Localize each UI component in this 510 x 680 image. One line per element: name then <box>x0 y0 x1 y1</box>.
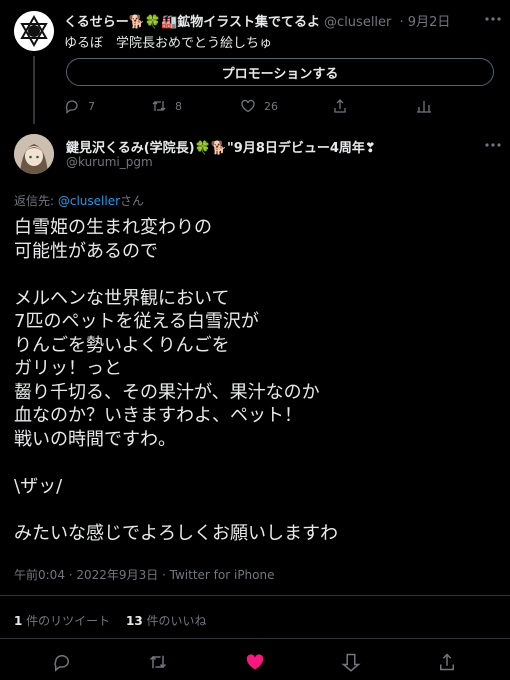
username[interactable]: @kurumi_pgm <box>66 155 153 169</box>
reply-icon <box>54 655 69 672</box>
more-icon[interactable] <box>484 10 502 32</box>
bookmark-button[interactable] <box>341 652 361 672</box>
reply-user-link[interactable]: @cluseller <box>58 194 120 208</box>
divider <box>0 638 510 639</box>
retweet-icon <box>152 101 166 111</box>
avatar[interactable] <box>14 134 54 174</box>
retweet-count: 8 <box>175 99 182 113</box>
bookmark-icon <box>341 653 361 672</box>
like-button[interactable]: 26 <box>240 98 278 114</box>
tweet-actions <box>0 652 510 672</box>
tweet-date[interactable]: · 9月2日 <box>400 15 451 30</box>
likes-stat[interactable]: 13 件のいいね <box>126 614 207 628</box>
retweets-stat[interactable]: 1 件のリツイート <box>14 614 110 628</box>
thread-line <box>33 56 35 124</box>
tweet-header: くるせらー🐕🍀🏭鉱物イラスト集でてるよ @cluseller · 9月2日 <box>64 11 450 30</box>
reply-button[interactable]: 7 <box>64 98 95 114</box>
like-icon <box>241 99 255 113</box>
retweet-icon <box>149 655 167 669</box>
reply-prefix: 返信先: <box>14 194 58 208</box>
reply-context: 返信先: @clusellerさん <box>14 192 144 209</box>
like-button[interactable] <box>245 652 265 672</box>
like-count: 26 <box>264 99 278 113</box>
reply-icon <box>65 100 78 114</box>
divider <box>0 595 510 596</box>
tweet-text: ゆるぼ 学院長おめでとう絵しちゅ <box>64 36 273 51</box>
analytics-button[interactable] <box>416 98 432 114</box>
promote-button[interactable]: プロモーションする <box>66 58 494 86</box>
retweet-button[interactable]: 8 <box>151 98 182 114</box>
reply-suffix: さん <box>120 194 145 208</box>
tweet-timestamp[interactable]: 午前0:04 · 2022年9月3日 · Twitter for iPhone <box>14 566 275 583</box>
share-button[interactable] <box>437 652 457 672</box>
tweet-actions: 7 8 26 <box>64 98 504 116</box>
share-icon <box>334 99 346 113</box>
avatar-image <box>14 11 54 51</box>
reply-button[interactable] <box>52 652 72 672</box>
avatar-image <box>14 134 54 174</box>
more-icon[interactable] <box>484 136 502 158</box>
display-name[interactable]: 鍵見沢くるみ(学院長)🍀🐕"9月8日デビュー4周年❣ <box>66 137 376 156</box>
display-name[interactable]: くるせらー🐕🍀🏭鉱物イラスト集でてるよ <box>64 15 320 30</box>
retweet-label: 件のリツイート <box>22 614 111 628</box>
share-button[interactable] <box>332 98 348 114</box>
reply-count: 7 <box>88 99 95 113</box>
retweet-button[interactable] <box>148 652 168 672</box>
tweet-body: 白雪姫の生まれ変わりの 可能性があるので メルヘンな世界観において 7匹のペット… <box>14 217 338 544</box>
share-icon <box>440 653 454 671</box>
username[interactable]: @cluseller <box>324 15 391 30</box>
tweet-stats: 1 件のリツイート 13 件のいいね <box>14 612 207 629</box>
like-total: 13 <box>126 614 143 628</box>
avatar[interactable] <box>14 11 54 51</box>
like-icon-filled <box>246 654 264 670</box>
analytics-icon <box>417 101 431 113</box>
like-label: 件のいいね <box>142 614 207 628</box>
